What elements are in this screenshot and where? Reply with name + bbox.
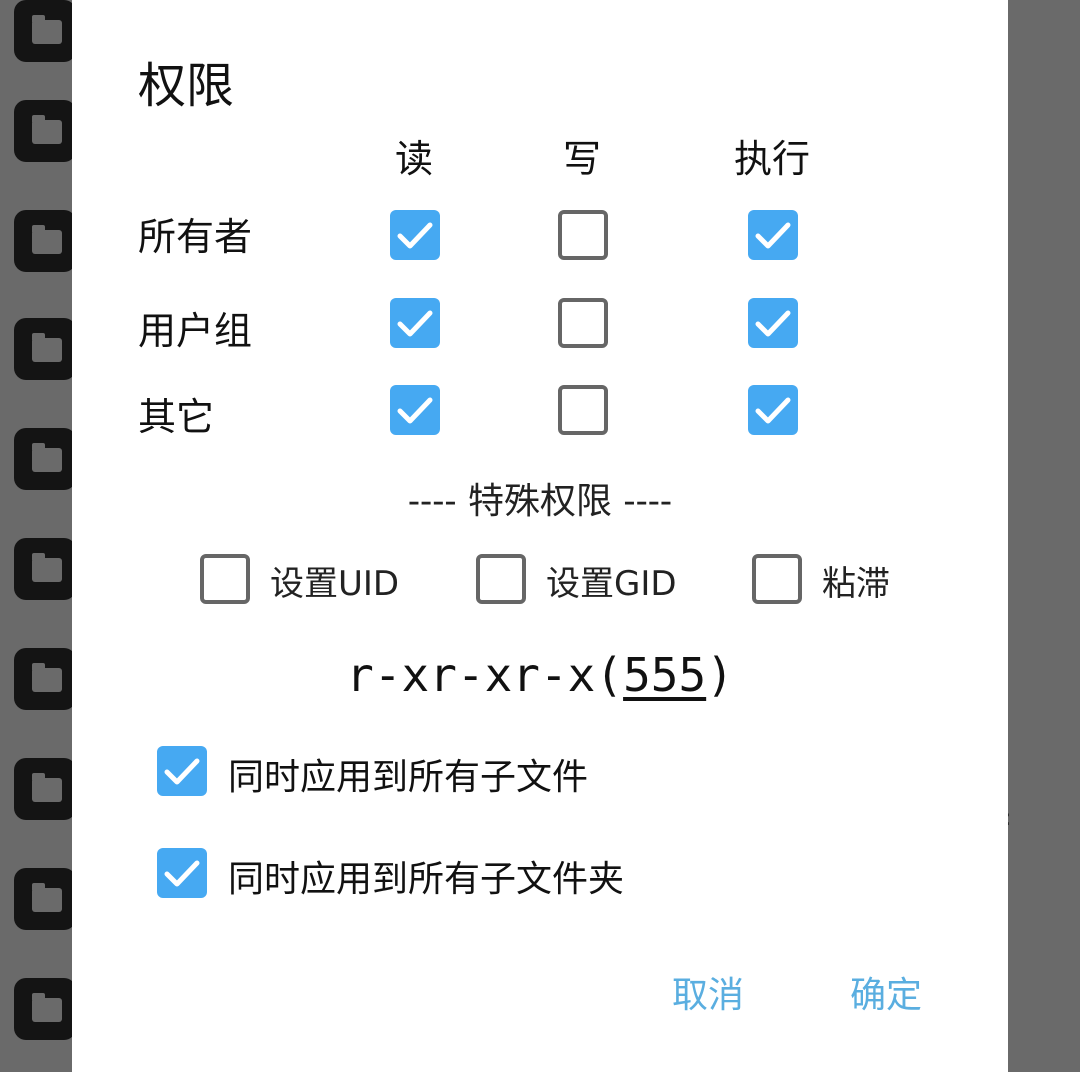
row-label-owner: 所有者 [138, 215, 253, 259]
column-header-read: 读 [394, 137, 433, 181]
setgid-checkbox[interactable] [476, 554, 526, 604]
owner-write-checkbox[interactable] [558, 210, 608, 260]
sticky-label: 粘滞 [822, 564, 890, 604]
others-write-checkbox[interactable] [558, 385, 608, 435]
group-read-checkbox[interactable] [390, 298, 440, 348]
setgid-label: 设置GID [546, 564, 677, 604]
checkmark-icon [397, 310, 433, 337]
folder-icon [14, 758, 76, 820]
folder-icon [14, 538, 76, 600]
checkmark-icon [755, 222, 791, 249]
folder-icon [14, 978, 76, 1040]
apply-subfiles-label: 同时应用到所有子文件 [228, 757, 589, 798]
setuid-label: 设置UID [270, 564, 400, 604]
folder-icon [14, 100, 76, 162]
checkmark-icon [755, 310, 791, 337]
group-write-checkbox[interactable] [558, 298, 608, 348]
folder-icon [14, 868, 76, 930]
checkmark-icon [755, 397, 791, 424]
permission-symbolic: r-xr-xr-x [346, 648, 596, 702]
setuid-checkbox[interactable] [200, 554, 250, 604]
folder-icon [14, 210, 76, 272]
checkmark-icon [164, 860, 200, 887]
column-header-execute: 执行 [733, 137, 810, 181]
checkmark-icon [164, 758, 200, 785]
row-label-group: 用户组 [138, 309, 253, 353]
checkmark-icon [397, 222, 433, 249]
row-label-others: 其它 [138, 395, 215, 439]
permissions-dialog: 权限 读 写 执行 所有者 用户组 其它 ---- 特殊权限 ---- 设置UI… [72, 0, 1008, 1072]
ok-button[interactable]: 确定 [850, 966, 922, 1018]
special-permissions-heading: ---- 特殊权限 ---- [407, 481, 673, 522]
sticky-checkbox[interactable] [752, 554, 802, 604]
folder-icon [14, 0, 76, 62]
checkmark-icon [397, 397, 433, 424]
folder-icon [14, 428, 76, 490]
owner-read-checkbox[interactable] [390, 210, 440, 260]
folder-icon [14, 318, 76, 380]
apply-subfolders-checkbox[interactable] [157, 848, 207, 898]
apply-subfolders-label: 同时应用到所有子文件夹 [228, 859, 625, 900]
apply-subfiles-checkbox[interactable] [157, 746, 207, 796]
others-execute-checkbox[interactable] [748, 385, 798, 435]
permission-octal-link[interactable]: 555 [623, 648, 706, 702]
column-header-write: 写 [562, 137, 601, 181]
folder-icon [14, 648, 76, 710]
permission-summary: r-xr-xr-x(555) [346, 648, 734, 702]
dialog-title: 权限 [138, 58, 235, 114]
cancel-button[interactable]: 取消 [672, 966, 744, 1018]
owner-execute-checkbox[interactable] [748, 210, 798, 260]
group-execute-checkbox[interactable] [748, 298, 798, 348]
others-read-checkbox[interactable] [390, 385, 440, 435]
